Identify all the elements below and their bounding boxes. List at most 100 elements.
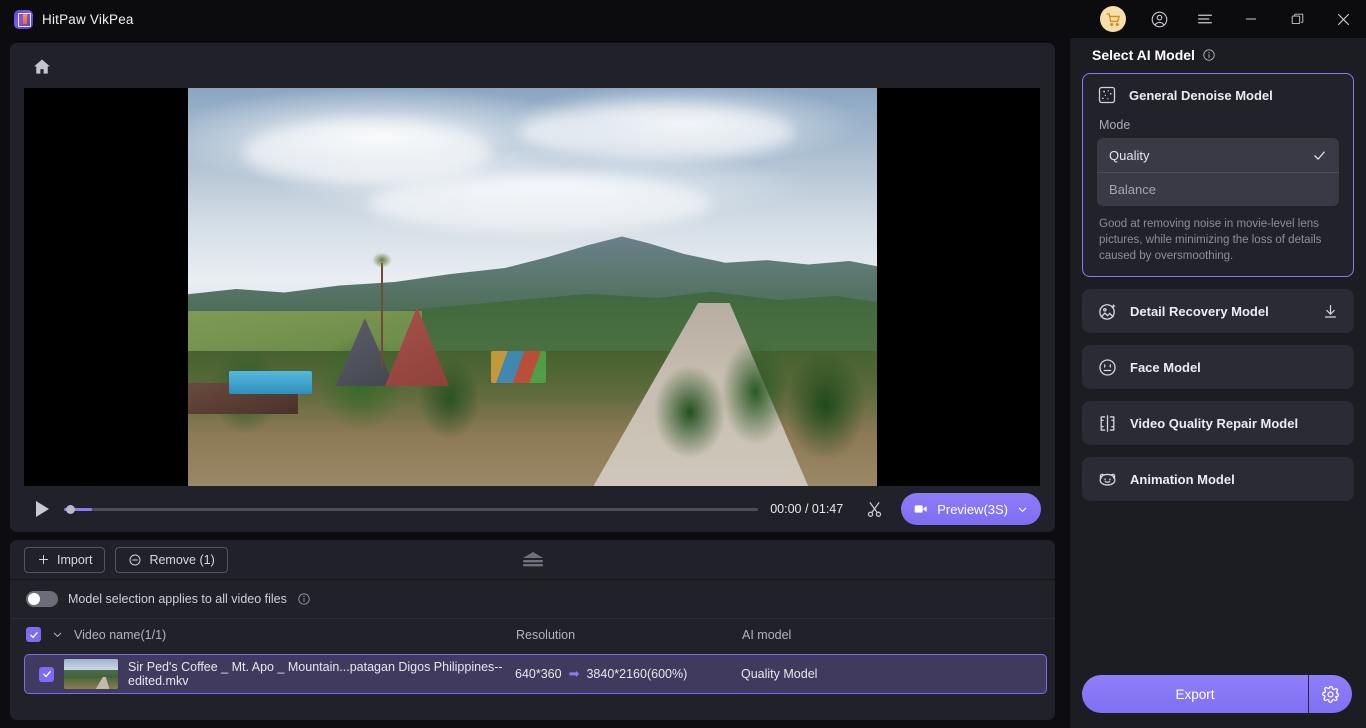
mode-option-balance[interactable]: Balance	[1097, 172, 1339, 206]
video-palm-tree	[367, 247, 396, 367]
export-button[interactable]: Export	[1082, 675, 1308, 713]
detail-recovery-icon	[1099, 303, 1116, 320]
video-camera-icon	[914, 505, 927, 513]
maximize-button[interactable]	[1274, 0, 1320, 38]
check-icon	[29, 631, 38, 638]
video-cabin-roof-red	[384, 306, 450, 387]
window-controls	[1090, 0, 1366, 38]
video-cabin	[333, 306, 457, 387]
video-trees-right	[642, 294, 877, 463]
collapse-panel-button[interactable]	[520, 550, 546, 570]
file-toolbar: Import Remove (1)	[10, 540, 1055, 580]
account-button[interactable]	[1136, 0, 1182, 38]
minus-circle-icon	[129, 554, 141, 565]
video-cloud	[518, 103, 795, 160]
column-name-header: Video name(1/1)	[26, 627, 516, 642]
model-label: Animation Model	[1130, 471, 1235, 487]
play-button[interactable]	[24, 501, 60, 517]
export-settings-button[interactable]	[1308, 675, 1352, 713]
video-cloud	[243, 119, 492, 184]
video-repair-icon	[1100, 414, 1115, 432]
model-label: Detail Recovery Model	[1130, 303, 1269, 319]
thumb-ground	[64, 677, 118, 689]
trim-button[interactable]	[859, 500, 889, 519]
menu-button[interactable]	[1182, 0, 1228, 38]
minimize-button[interactable]	[1228, 0, 1274, 38]
mode-option-label: Balance	[1109, 182, 1156, 197]
preview-button[interactable]: Preview(3S)	[901, 493, 1041, 525]
collapse-panel-icon	[522, 551, 543, 566]
sidebar-item-general-denoise[interactable]: General Denoise Model Mode Quality Balan…	[1082, 73, 1354, 277]
progress-slider[interactable]	[64, 499, 759, 519]
minimize-icon	[1245, 18, 1257, 20]
progress-track	[64, 508, 759, 511]
app-window: HitPaw VikPea 00:00 / 01:47 Preview(3S) …	[0, 0, 1366, 728]
model-label: Face Model	[1130, 359, 1201, 375]
download-button[interactable]	[1322, 303, 1339, 320]
animation-bear-icon	[1099, 473, 1116, 486]
model-header: Detail Recovery Model	[1083, 290, 1353, 332]
apply-all-label: Model selection applies to all video fil…	[68, 592, 287, 606]
cart-icon	[1100, 6, 1126, 32]
sidebar-item-detail-recovery[interactable]: Detail Recovery Model	[1082, 289, 1354, 333]
close-icon	[1337, 13, 1349, 25]
row-resolution-from: 640*360	[515, 667, 562, 681]
row-checkbox[interactable]	[39, 666, 54, 682]
model-label: General Denoise Model	[1129, 87, 1273, 103]
close-button[interactable]	[1320, 0, 1366, 38]
title-bar: HitPaw VikPea	[0, 0, 1366, 38]
video-player-panel: 00:00 / 01:47 Preview(3S)	[10, 43, 1055, 532]
progress-handle[interactable]	[65, 505, 75, 514]
gear-icon	[1322, 685, 1339, 703]
table-row[interactable]: Sir Ped's Coffee _ Mt. Apo _ Mountain...…	[24, 654, 1047, 694]
model-description: Good at removing noise in movie-level le…	[1099, 218, 1322, 262]
player-top-bar	[10, 43, 1055, 91]
column-label-name: Video name(1/1)	[74, 627, 167, 642]
row-name-cell: Sir Ped's Coffee _ Mt. Apo _ Mountain...…	[27, 659, 515, 689]
scissors-icon	[867, 501, 881, 517]
row-file-name: Sir Ped's Coffee _ Mt. Apo _ Mountain...…	[128, 660, 503, 688]
row-resolution-to: 3840*2160(600%)	[586, 667, 688, 681]
cart-button[interactable]	[1090, 0, 1136, 38]
ai-model-sidebar: Select AI Model General Denoise Model Mo…	[1070, 38, 1366, 728]
player-controls: 00:00 / 01:47 Preview(3S)	[10, 486, 1055, 532]
select-all-checkbox[interactable]	[26, 627, 41, 642]
model-header: Face Model	[1083, 346, 1353, 388]
file-list-header: Video name(1/1) Resolution AI model	[10, 618, 1055, 650]
model-label: Video Quality Repair Model	[1130, 415, 1299, 431]
chevron-down-icon[interactable]	[51, 628, 64, 641]
file-list-panel: Import Remove (1) Model selection applie…	[10, 540, 1055, 720]
arrow-right-icon: ➡	[568, 666, 580, 681]
sidebar-item-face-model[interactable]: Face Model	[1082, 345, 1354, 389]
sidebar-title-row: Select AI Model	[1082, 38, 1354, 73]
info-icon[interactable]	[297, 592, 311, 606]
sidebar-item-animation-model[interactable]: Animation Model	[1082, 457, 1354, 501]
model-header: General Denoise Model	[1083, 74, 1353, 116]
apply-all-toggle[interactable]	[26, 591, 58, 607]
info-icon[interactable]	[1202, 48, 1216, 62]
model-header: Video Quality Repair Model	[1083, 402, 1353, 444]
import-button[interactable]: Import	[24, 546, 106, 573]
face-icon	[1099, 358, 1116, 376]
sidebar-item-video-quality-repair[interactable]: Video Quality Repair Model	[1082, 401, 1354, 445]
video-thumbnail	[64, 659, 118, 689]
chevron-down-icon[interactable]	[1016, 503, 1029, 516]
denoise-icon	[1098, 86, 1116, 104]
download-icon	[1324, 304, 1337, 318]
remove-button[interactable]: Remove (1)	[115, 546, 228, 573]
video-frame[interactable]	[188, 88, 877, 486]
remove-label: Remove (1)	[149, 552, 215, 567]
mode-option-quality[interactable]: Quality	[1097, 138, 1339, 172]
home-icon[interactable]	[32, 57, 52, 77]
video-cloud	[367, 175, 712, 232]
page-title: Select AI Model	[1092, 47, 1195, 63]
column-label-resolution: Resolution	[516, 627, 576, 642]
check-icon	[42, 671, 51, 678]
time-display: 00:00 / 01:47	[770, 502, 844, 516]
preview-label: Preview(3S)	[937, 501, 1008, 517]
mode-option-label: Quality	[1109, 147, 1150, 163]
menu-icon	[1198, 14, 1212, 24]
app-brand: HitPaw VikPea	[0, 9, 134, 29]
check-icon	[1314, 150, 1325, 160]
main-area: 00:00 / 01:47 Preview(3S) Import Remove …	[10, 43, 1065, 720]
